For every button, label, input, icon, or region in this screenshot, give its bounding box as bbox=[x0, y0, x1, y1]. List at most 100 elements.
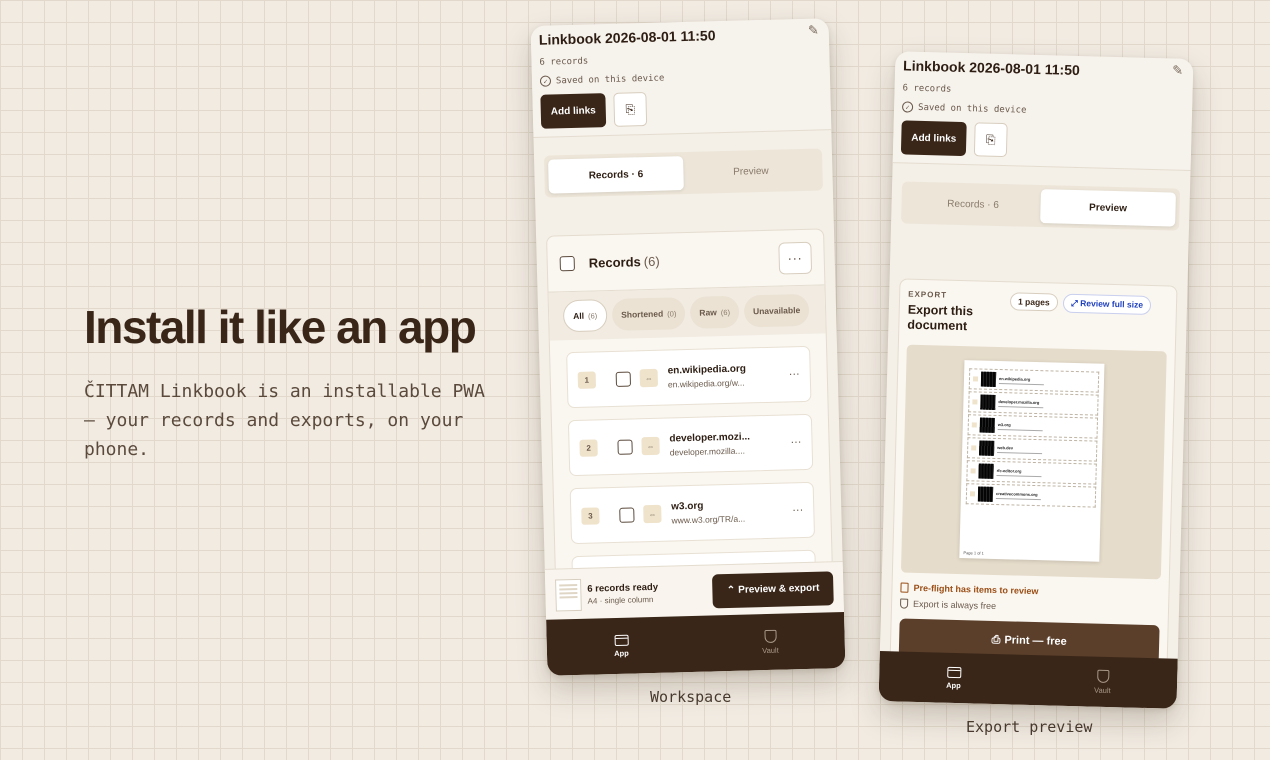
row-checkbox[interactable] bbox=[617, 438, 633, 455]
link-icon: ⇔ bbox=[639, 368, 659, 388]
shield-icon bbox=[1096, 669, 1109, 683]
more-icon[interactable]: ··· bbox=[790, 436, 801, 448]
qr-code bbox=[980, 371, 997, 387]
filter-all[interactable]: All (6) bbox=[562, 299, 608, 333]
nav-app[interactable]: App bbox=[879, 651, 1029, 705]
tab-preview[interactable]: Preview bbox=[1040, 189, 1176, 227]
preflight-warning[interactable]: Pre-flight has items to review bbox=[900, 582, 1160, 600]
nav-vault[interactable]: Vault bbox=[695, 612, 845, 672]
select-all-checkbox[interactable] bbox=[559, 255, 575, 272]
filter-shortened[interactable]: Shortened (0) bbox=[611, 297, 686, 331]
clipboard-icon[interactable]: ⎘ bbox=[973, 122, 1008, 158]
caption-workspace: Workspace bbox=[650, 688, 732, 706]
records-title: Records (6) bbox=[589, 254, 660, 271]
saved-status: ✓ Saved on this device bbox=[539, 68, 822, 87]
more-icon[interactable]: ··· bbox=[778, 241, 813, 275]
row-url: en.wikipedia.org/w... bbox=[667, 377, 745, 390]
list-item[interactable]: 3 ⇔ w3.org www.w3.org/TR/a... ··· bbox=[569, 481, 816, 545]
export-title: Export this document bbox=[907, 302, 974, 334]
app-icon bbox=[946, 666, 961, 678]
bottom-nav: App Vault bbox=[546, 612, 846, 676]
filter-label: Raw bbox=[699, 307, 717, 318]
hero-subtitle: ČITTAM Linkbook is an installable PWA — … bbox=[84, 381, 485, 460]
filter-raw[interactable]: Raw (6) bbox=[689, 295, 740, 329]
mini-record: web.dev bbox=[966, 437, 1098, 462]
preview-export-button[interactable]: ⌃ Preview & export bbox=[712, 570, 834, 608]
mini-record: rfc-editor.org bbox=[966, 460, 1097, 485]
hero-title: Install it like an app bbox=[84, 301, 477, 353]
preview-export-label: Preview & export bbox=[738, 582, 820, 596]
preflight-label: Pre-flight has items to review bbox=[913, 582, 1039, 597]
nav-vault-label: Vault bbox=[1094, 685, 1111, 695]
qr-code bbox=[979, 440, 995, 456]
filter-unavailable[interactable]: Unavailable bbox=[743, 293, 810, 328]
mini-record: en.wikipedia.org bbox=[968, 368, 1100, 393]
row-index: 1 bbox=[577, 370, 597, 389]
nav-app-label: App bbox=[614, 648, 629, 658]
add-links-button[interactable]: Add links bbox=[540, 93, 607, 129]
link-icon: ⇔ bbox=[643, 504, 662, 524]
mini-domain: en.wikipedia.org bbox=[998, 375, 1031, 382]
more-icon[interactable]: ··· bbox=[792, 504, 803, 516]
document-preview[interactable]: en.wikipedia.org developer.mozilla.org w… bbox=[900, 344, 1167, 580]
view-tabs: Records · 6 Preview bbox=[543, 148, 823, 198]
clipboard-icon[interactable]: ⎘ bbox=[613, 92, 648, 127]
review-full-size-button[interactable]: ⤢ Review full size bbox=[1062, 293, 1152, 315]
tab-records[interactable]: Records · 6 bbox=[548, 156, 684, 194]
mini-domain: developer.mozilla.org bbox=[998, 398, 1040, 405]
bottom-nav: App Vault bbox=[878, 651, 1178, 709]
document-icon bbox=[900, 582, 909, 593]
nav-app[interactable]: App bbox=[546, 616, 696, 676]
page-title: Linkbook 2026-08-01 11:50 bbox=[902, 57, 1080, 79]
records-card: Records (6) ··· All (6) Shortened (0) Raw (6… bbox=[546, 228, 834, 596]
add-links-button[interactable]: Add links bbox=[900, 120, 967, 157]
saved-status: ✓ Saved on this device bbox=[901, 101, 1184, 119]
saved-label: Saved on this device bbox=[917, 102, 1027, 116]
list-item[interactable]: 1 ⇔ en.wikipedia.org en.wikipedia.org/w..… bbox=[566, 345, 812, 409]
pencil-icon[interactable]: ✎ bbox=[808, 22, 819, 38]
app-icon bbox=[614, 634, 629, 646]
shield-icon bbox=[899, 598, 909, 609]
print-label: Print — free bbox=[1004, 634, 1067, 648]
row-domain: en.wikipedia.org bbox=[667, 363, 747, 377]
row-checkbox[interactable] bbox=[615, 371, 632, 387]
records-title-text: Records bbox=[588, 254, 641, 271]
row-url: www.w3.org/TR/a... bbox=[671, 513, 746, 526]
more-icon[interactable]: ··· bbox=[789, 368, 800, 380]
view-tabs: Records · 6 Preview bbox=[901, 181, 1181, 231]
list-item[interactable]: 2 ⇔ developer.mozi... developer.mozilla..… bbox=[567, 413, 814, 477]
expand-icon: ⤢ bbox=[1070, 297, 1081, 309]
header: Linkbook 2026-08-01 11:50 ✎ 6 records ✓ … bbox=[892, 51, 1194, 171]
page-footer: Page 1 of 1 bbox=[963, 550, 984, 556]
row-checkbox[interactable] bbox=[619, 506, 635, 523]
link-icon: ⇔ bbox=[641, 436, 660, 456]
pencil-icon[interactable]: ✎ bbox=[1172, 62, 1183, 78]
tab-records[interactable]: Records · 6 bbox=[905, 186, 1041, 224]
free-note-label: Export is always free bbox=[912, 598, 997, 612]
nav-app-label: App bbox=[946, 680, 961, 690]
nav-vault[interactable]: Vault bbox=[1027, 655, 1177, 709]
phone-export-preview: Linkbook 2026-08-01 11:50 ✎ 6 records ✓ … bbox=[878, 51, 1194, 709]
check-circle-icon: ✓ bbox=[539, 75, 552, 87]
shield-icon bbox=[763, 629, 777, 643]
tab-preview[interactable]: Preview bbox=[683, 153, 819, 191]
filter-count: (0) bbox=[667, 308, 677, 319]
row-index: 2 bbox=[579, 438, 598, 457]
row-url: developer.mozilla.... bbox=[669, 445, 745, 458]
row-index: 3 bbox=[581, 506, 600, 525]
free-note: Export is always free bbox=[899, 598, 1160, 616]
qr-code bbox=[977, 486, 994, 502]
filter-count: (6) bbox=[720, 307, 731, 317]
pages-badge: 1 pages bbox=[1009, 292, 1058, 312]
filter-count: (6) bbox=[587, 310, 598, 321]
filter-label: All bbox=[573, 310, 585, 321]
records-count: (6) bbox=[643, 253, 660, 270]
saved-label: Saved on this device bbox=[555, 73, 665, 86]
qr-code bbox=[980, 394, 996, 410]
ready-title: 6 records ready bbox=[587, 581, 659, 595]
header: Linkbook 2026-08-01 11:50 ✎ 6 records ✓ … bbox=[530, 18, 832, 138]
mini-record: creativecommons.org bbox=[965, 483, 1097, 508]
row-domain: developer.mozi... bbox=[669, 431, 751, 445]
filter-label: Unavailable bbox=[752, 305, 801, 317]
preview-page: en.wikipedia.org developer.mozilla.org w… bbox=[959, 360, 1105, 562]
